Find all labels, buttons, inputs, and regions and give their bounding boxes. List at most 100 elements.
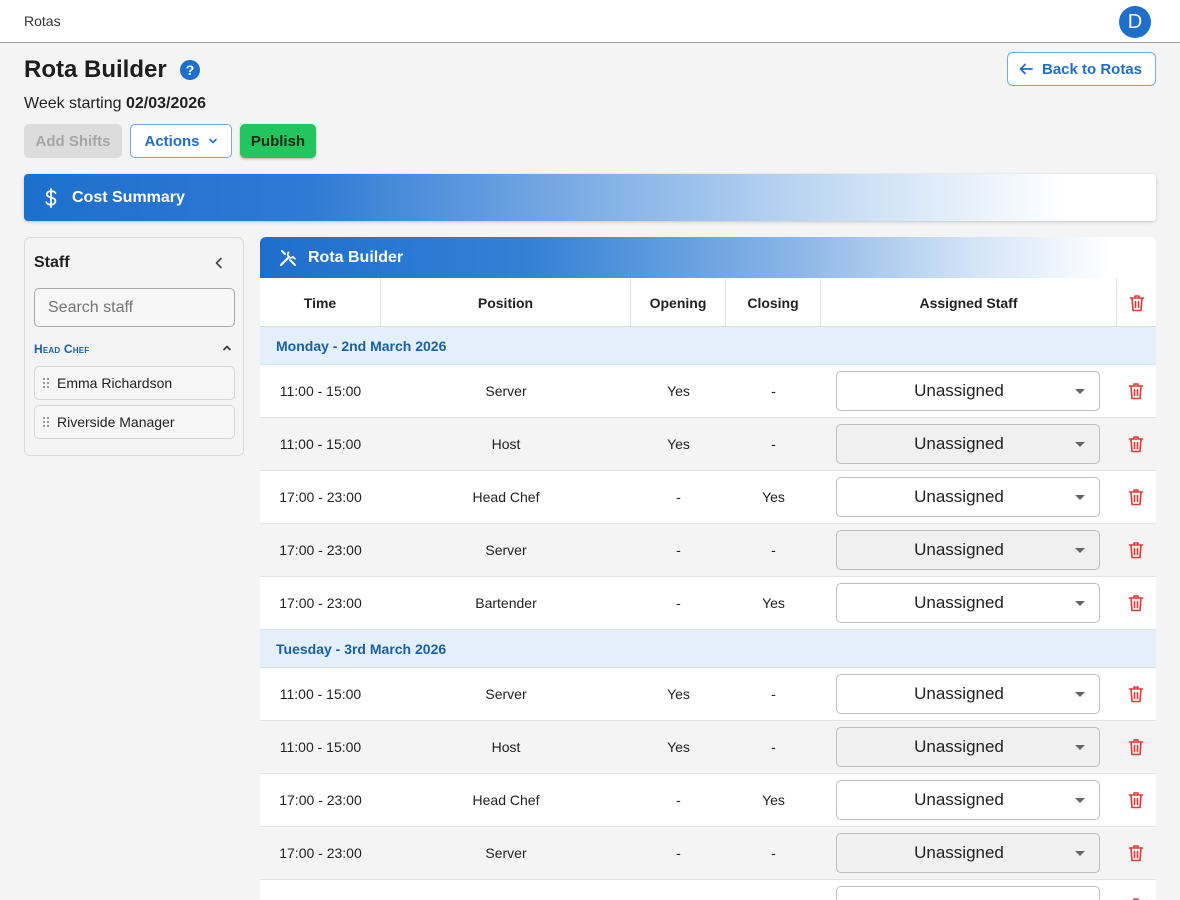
arrow-left-icon: [1019, 63, 1033, 75]
delete-all-button[interactable]: [1117, 278, 1156, 327]
cell-position: [381, 880, 631, 900]
cell-opening: Yes: [667, 686, 690, 702]
rota-builder-title: Rota Builder: [308, 248, 404, 266]
assigned-staff-select[interactable]: Unassigned: [836, 371, 1100, 411]
cell-closing: -: [771, 383, 776, 399]
assigned-staff-select[interactable]: Unassigned: [836, 727, 1100, 767]
cell-position: Server: [485, 845, 527, 861]
assigned-staff-value: Unassigned: [914, 684, 1004, 703]
assigned-staff-select[interactable]: Unassigned: [836, 583, 1100, 623]
cell-time: 17:00 - 23:00: [279, 845, 362, 861]
col-opening[interactable]: Opening: [631, 278, 726, 327]
caret-down-icon: [1075, 798, 1085, 803]
assigned-staff-value: Unassigned: [914, 593, 1004, 612]
trash-icon[interactable]: [1128, 435, 1144, 453]
cell-position: Server: [485, 542, 527, 558]
cell-time: 11:00 - 15:00: [279, 383, 362, 399]
assigned-staff-value: Unassigned: [914, 540, 1004, 559]
caret-down-icon: [1075, 692, 1085, 697]
cell-closing: [726, 880, 821, 900]
week-date: 02/03/2026: [125, 95, 207, 112]
trash-icon[interactable]: [1128, 844, 1144, 862]
cell-position: Head Chef: [472, 489, 540, 505]
assigned-staff-select[interactable]: Unassigned: [836, 530, 1100, 570]
staff-panel: Staff Head Chef Emma Richardson Riversid…: [24, 237, 244, 456]
assigned-staff-select[interactable]: Unassigned: [836, 780, 1100, 820]
col-closing[interactable]: Closing: [726, 278, 821, 327]
cell-position: Host: [491, 436, 521, 452]
cell-time: 17:00 - 23:00: [279, 792, 362, 808]
assigned-staff-value: Unassigned: [914, 737, 1004, 756]
trash-icon[interactable]: [1128, 541, 1144, 559]
cell-opening: -: [676, 845, 681, 861]
assigned-staff-value: Unassigned: [914, 434, 1004, 453]
table-row: 17:00 - 23:00 Server - - Unassigned: [260, 827, 1156, 880]
table-row: 17:00 - 23:00 Head Chef - Yes Unassigned: [260, 471, 1156, 524]
caret-down-icon: [1075, 548, 1085, 553]
rota-builder-header: Rota Builder: [260, 237, 1156, 278]
cost-summary-bar[interactable]: Cost Summary: [24, 174, 1156, 221]
add-shifts-button[interactable]: Add Shifts: [24, 124, 122, 158]
cell-closing: Yes: [762, 595, 785, 611]
table-row: 17:00 - 23:00 Bartender - Yes Unassigned: [260, 577, 1156, 630]
assigned-staff-select[interactable]: Unassigned: [836, 424, 1100, 464]
col-position[interactable]: Position: [381, 278, 631, 327]
cell-opening: Yes: [667, 436, 690, 452]
staff-search-input[interactable]: [34, 288, 235, 327]
cell-opening: -: [676, 542, 681, 558]
cell-opening: -: [676, 489, 681, 505]
staff-item[interactable]: Emma Richardson: [34, 366, 235, 400]
cell-opening: [631, 880, 726, 900]
dollar-icon: [45, 187, 57, 208]
cell-opening: -: [676, 595, 681, 611]
trash-icon[interactable]: [1128, 488, 1144, 506]
caret-down-icon: [1075, 601, 1085, 606]
actions-button[interactable]: Actions: [130, 124, 232, 158]
drag-handle-icon[interactable]: [43, 417, 49, 427]
trash-icon[interactable]: [1128, 738, 1144, 756]
table-header: Time Position Opening Closing Assigned S…: [260, 278, 1156, 327]
trash-icon[interactable]: [1128, 685, 1144, 703]
assigned-staff-value: Unassigned: [914, 790, 1004, 809]
assigned-staff-select[interactable]: Unassigned: [836, 674, 1100, 714]
trash-icon[interactable]: [1128, 791, 1144, 809]
caret-down-icon: [1075, 495, 1085, 500]
chevron-down-icon: [208, 138, 217, 144]
assigned-staff-select[interactable]: Unassigned: [836, 833, 1100, 873]
trash-icon[interactable]: [1128, 382, 1144, 400]
back-to-rotas-button[interactable]: Back to Rotas: [1007, 52, 1156, 86]
help-icon[interactable]: ?: [180, 60, 200, 80]
breadcrumb-rotas[interactable]: Rotas: [24, 13, 61, 29]
avatar[interactable]: D: [1119, 6, 1151, 38]
publish-button[interactable]: Publish: [240, 124, 316, 158]
page-title: Rota Builder: [24, 56, 167, 83]
table-row: [260, 880, 1156, 900]
assigned-staff-value: Unassigned: [914, 381, 1004, 400]
trash-icon[interactable]: [1128, 594, 1144, 612]
col-assigned-staff[interactable]: Assigned Staff: [821, 278, 1117, 327]
table-row: 11:00 - 15:00 Server Yes - Unassigned: [260, 365, 1156, 418]
col-time[interactable]: Time: [260, 278, 381, 327]
staff-group-header[interactable]: Head Chef: [34, 342, 235, 358]
cell-time: [260, 880, 381, 900]
chevron-left-icon[interactable]: [211, 255, 227, 271]
staff-item[interactable]: Riverside Manager: [34, 405, 235, 439]
cell-opening: Yes: [667, 383, 690, 399]
cell-closing: -: [771, 542, 776, 558]
assigned-staff-select[interactable]: [836, 886, 1100, 900]
cell-time: 17:00 - 23:00: [279, 489, 362, 505]
cell-closing: -: [771, 845, 776, 861]
assigned-staff-select[interactable]: Unassigned: [836, 477, 1100, 517]
cell-closing: -: [771, 436, 776, 452]
back-label: Back to Rotas: [1042, 60, 1143, 78]
caret-down-icon: [1075, 851, 1085, 856]
cell-time: 17:00 - 23:00: [279, 542, 362, 558]
staff-title: Staff: [34, 254, 70, 271]
drag-handle-icon[interactable]: [43, 378, 49, 388]
staff-name: Riverside Manager: [57, 414, 175, 430]
trash-icon: [1129, 294, 1144, 311]
cell-opening: -: [676, 792, 681, 808]
cell-time: 11:00 - 15:00: [279, 436, 362, 452]
cell-closing: -: [771, 739, 776, 755]
caret-down-icon: [1075, 389, 1085, 394]
